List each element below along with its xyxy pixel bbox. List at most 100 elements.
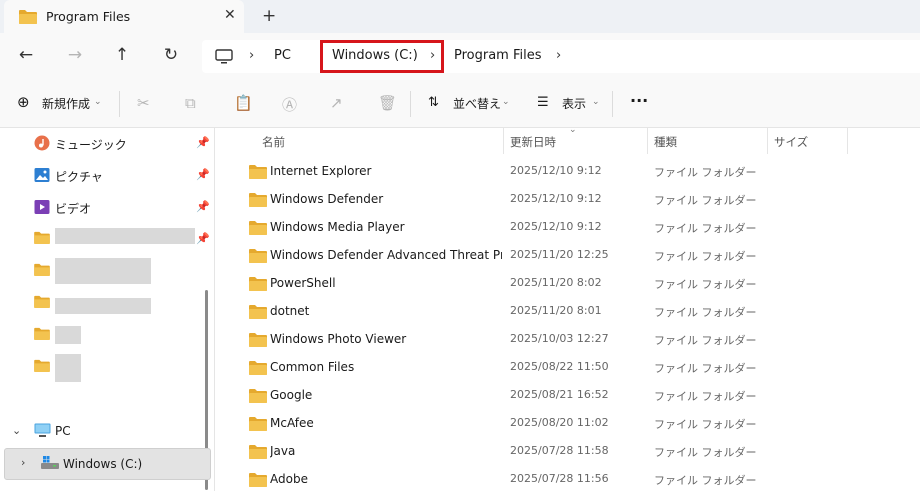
folder-icon <box>19 9 37 27</box>
file-modified: 2025/08/20 11:02 <box>510 416 609 429</box>
column-header-modified[interactable]: 更新日時 <box>510 134 556 150</box>
drive-icon <box>41 456 59 473</box>
file-name: Google <box>270 388 313 402</box>
folder-icon <box>249 388 267 406</box>
breadcrumb-chevron[interactable]: › <box>249 48 254 63</box>
chevron-down-icon: ⌄ <box>94 97 102 107</box>
monitor-icon[interactable] <box>215 49 233 68</box>
column-header-row: 名前 ⌄ 更新日時 種類 サイズ <box>229 125 920 154</box>
more-button[interactable]: ··· <box>630 91 648 110</box>
column-separator[interactable] <box>503 128 504 154</box>
folder-icon <box>249 276 267 294</box>
divider <box>612 91 613 117</box>
videos-icon <box>34 199 50 218</box>
file-name: Windows Media Player <box>270 220 405 234</box>
chevron-down-icon[interactable]: ⌄ <box>12 424 21 437</box>
sidebar-item-redacted[interactable] <box>0 320 212 352</box>
column-header-name[interactable]: 名前 <box>262 134 285 150</box>
file-modified: 2025/11/20 8:02 <box>510 276 602 289</box>
sidebar-item-videos[interactable]: ビデオ 📌 <box>0 192 212 224</box>
file-row[interactable]: Windows Media Player 2025/12/10 9:12 ファイル … <box>229 213 920 241</box>
file-name: Java <box>270 444 296 458</box>
file-row[interactable]: Java 2025/07/28 11:58 ファイル フォルダー <box>229 437 920 465</box>
pin-icon[interactable]: 📌 <box>196 136 210 149</box>
pin-icon[interactable]: 📌 <box>196 232 210 245</box>
file-modified: 2025/12/10 9:12 <box>510 220 602 233</box>
file-modified: 2025/11/20 8:01 <box>510 304 602 317</box>
cut-icon[interactable]: ✂ <box>137 94 150 112</box>
copy-icon[interactable]: ⧉ <box>185 94 196 112</box>
breadcrumb-program-files[interactable]: Program Files <box>454 48 542 63</box>
folder-icon <box>249 416 267 434</box>
sidebar-item-pictures[interactable]: ピクチャ 📌 <box>0 160 212 192</box>
sidebar-item-redacted[interactable]: 📌 <box>0 224 212 256</box>
file-type: ファイル フォルダー <box>654 362 757 375</box>
file-name: Adobe <box>270 472 308 486</box>
file-row[interactable]: Windows Defender Advanced Threat Prot...… <box>229 241 920 269</box>
folder-icon <box>249 192 267 210</box>
sort-icon: ⇅ <box>428 95 439 110</box>
file-row[interactable]: Common Files 2025/08/22 11:50 ファイル フォルダー <box>229 353 920 381</box>
file-row[interactable]: dotnet 2025/11/20 8:01 ファイル フォルダー <box>229 297 920 325</box>
chevron-right-icon[interactable]: › <box>21 456 25 469</box>
view-button[interactable]: 表示 <box>562 95 586 112</box>
share-icon[interactable]: ↗ <box>330 94 343 112</box>
file-type: ファイル フォルダー <box>654 390 757 403</box>
breadcrumb-chevron[interactable]: › <box>556 48 561 63</box>
file-row[interactable]: Internet Explorer 2025/12/10 9:12 ファイル フォル… <box>229 157 920 185</box>
file-row[interactable]: PowerShell 2025/11/20 8:02 ファイル フォルダー <box>229 269 920 297</box>
file-row[interactable]: McAfee 2025/08/20 11:02 ファイル フォルダー <box>229 409 920 437</box>
file-row[interactable]: Adobe 2025/07/28 11:56 ファイル フォルダー <box>229 465 920 491</box>
address-bar[interactable]: › PC Windows (C:) › Program Files › <box>202 40 920 73</box>
sidebar-item-windows-c[interactable]: › Windows (C:) <box>4 448 211 480</box>
file-type: ファイル フォルダー <box>654 166 757 179</box>
folder-icon <box>34 263 50 279</box>
refresh-icon[interactable]: ↻ <box>159 45 183 65</box>
sidebar-item-redacted[interactable] <box>0 256 212 288</box>
file-name: Common Files <box>270 360 355 374</box>
pin-icon[interactable]: 📌 <box>196 200 210 213</box>
sidebar-item-redacted[interactable] <box>0 352 212 384</box>
file-row[interactable]: Google 2025/08/21 16:52 ファイル フォルダー <box>229 381 920 409</box>
file-name: Windows Defender Advanced Threat Prot... <box>270 248 502 262</box>
file-type: ファイル フォルダー <box>654 222 757 235</box>
column-header-size[interactable]: サイズ <box>774 134 808 150</box>
pin-icon[interactable]: 📌 <box>196 168 210 181</box>
new-tab-button[interactable]: + <box>262 6 276 26</box>
sort-button[interactable]: 並べ替え <box>453 95 501 112</box>
new-button[interactable]: 新規作成 <box>42 95 90 112</box>
column-separator[interactable] <box>847 128 848 154</box>
sidebar-item-pc[interactable]: ⌄ PC <box>0 416 212 448</box>
file-row[interactable]: Windows Photo Viewer 2025/10/03 12:27 ファイル… <box>229 325 920 353</box>
view-icon: ☰ <box>537 95 549 110</box>
sidebar-item-music[interactable]: ミュージック 📌 <box>0 128 212 160</box>
column-separator[interactable] <box>767 128 768 154</box>
redacted-label <box>55 228 195 244</box>
tab-program-files[interactable]: Program Files ✕ <box>4 0 244 33</box>
sidebar-item-redacted[interactable] <box>0 288 212 320</box>
navigation-pane: ミュージック 📌 ピクチャ 📌 ビデオ 📌 📌 ⌄ PC <box>0 128 218 491</box>
file-modified: 2025/10/03 12:27 <box>510 332 609 345</box>
paste-icon[interactable]: 📋 <box>234 94 253 112</box>
up-arrow-icon[interactable]: ↑ <box>110 45 134 65</box>
file-row[interactable]: Windows Defender 2025/12/10 9:12 ファイル フォルダ… <box>229 185 920 213</box>
folder-icon <box>249 472 267 490</box>
pane-divider[interactable] <box>214 128 215 491</box>
forward-arrow-icon[interactable]: → <box>63 45 87 65</box>
address-row: ← → ↑ ↻ › PC Windows (C:) › Program File… <box>0 33 920 81</box>
redacted-label <box>55 326 81 344</box>
folder-icon <box>249 332 267 350</box>
close-icon[interactable]: ✕ <box>224 7 236 23</box>
folder-icon <box>249 304 267 322</box>
column-separator[interactable] <box>647 128 648 154</box>
breadcrumb-pc[interactable]: PC <box>274 48 291 63</box>
file-type: ファイル フォルダー <box>654 446 757 459</box>
column-header-type[interactable]: 種類 <box>654 134 677 150</box>
folder-icon <box>34 327 50 343</box>
divider <box>119 91 120 117</box>
folder-icon <box>34 295 50 311</box>
delete-icon[interactable]: 🗑 <box>378 94 397 112</box>
folder-icon <box>249 220 267 238</box>
back-arrow-icon[interactable]: ← <box>14 45 38 65</box>
rename-icon[interactable]: Ⓐ <box>282 94 297 115</box>
